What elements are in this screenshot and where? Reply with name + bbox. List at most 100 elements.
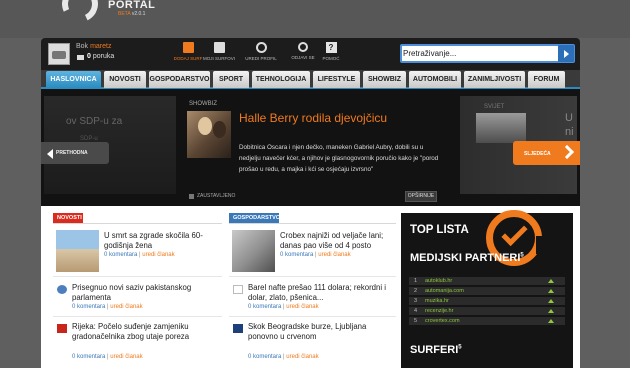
article-meta: 0 komentara | uredi članak	[248, 304, 319, 310]
avatar[interactable]	[48, 43, 70, 65]
next-slide-title-line2: ni	[565, 126, 574, 138]
article-title[interactable]: Rijeka: Počelo suđenje zamjeniku gradona…	[72, 322, 222, 342]
toolbar-edit-profile[interactable]: UREDI PROFIL	[243, 42, 279, 61]
messages-label: poruka	[92, 53, 115, 60]
media-partners-title: MEDIJSKI PARTNERI5	[410, 252, 524, 264]
slide-category: SHOWBIZ	[189, 101, 217, 107]
comments-link[interactable]: 0 komentara	[104, 252, 137, 258]
trend-up-icon	[548, 289, 554, 293]
partner-link[interactable]: crovertex.com	[425, 318, 460, 324]
article-thumbnail[interactable]	[56, 230, 99, 272]
toolbar-help[interactable]: ? POMOĆ	[313, 42, 349, 61]
trend-up-icon	[548, 279, 554, 283]
article-meta: 0 komentara | uredi članak	[72, 354, 143, 360]
slide-summary: Dobitnica Oscara i njen dečko, maneken G…	[239, 144, 439, 173]
logo-gap	[536, 236, 556, 254]
top-list-title: TOP LISTA	[410, 224, 469, 236]
read-more-button[interactable]: OPŠIRNIJE	[405, 191, 437, 202]
profile-icon	[255, 42, 267, 53]
toolbar-label: UREDI PROFIL	[245, 56, 277, 61]
tab-showbiz[interactable]: SHOWBIZ	[363, 71, 406, 88]
next-slide-label: SLJEDEĆA	[524, 151, 551, 157]
tab-automobili[interactable]: AUTOMOBILI	[409, 71, 461, 88]
tab-forum[interactable]: FORUM	[528, 71, 565, 88]
article-meta: 0 komentara | uredi članak	[280, 252, 351, 258]
slider-status: ZAUSTAVLJENO	[197, 193, 236, 199]
divider	[229, 276, 396, 277]
media-partners-count: 5	[520, 252, 524, 259]
brand-name[interactable]: PORTAL	[108, 0, 155, 11]
edit-article-link[interactable]: uredi članak	[286, 354, 318, 360]
tab-lifestyle[interactable]: LIFESTYLE	[313, 71, 360, 88]
globe-icon	[57, 285, 67, 294]
partner-rank: 1	[414, 278, 418, 284]
slide-image-face	[198, 117, 212, 135]
partner-link[interactable]: automanija.com	[425, 288, 464, 294]
toolbar-my-surfs[interactable]: MOJI SURFOVI	[201, 42, 237, 61]
document-icon	[233, 285, 243, 294]
divider	[53, 316, 222, 317]
media-partners-label: MEDIJSKI PARTNERI	[410, 252, 521, 264]
tab-haslovnica[interactable]: HASLOVNICA	[46, 71, 101, 88]
power-icon	[298, 42, 308, 52]
folder-icon	[213, 42, 225, 53]
messages-link[interactable]: 0 poruka	[87, 53, 114, 60]
beta-label: BETA	[118, 11, 131, 17]
prev-slide-title: ov SDP-u za	[66, 116, 123, 127]
trend-up-icon	[548, 309, 554, 313]
edit-article-link[interactable]: uredi članak	[110, 304, 142, 310]
source-logo-icon	[57, 324, 67, 333]
toolbar-label: POMOĆ	[322, 56, 340, 61]
comments-link[interactable]: 0 komentara	[72, 304, 105, 310]
article-title[interactable]: Barel nafte prešao 111 dolara; rekordni …	[248, 283, 398, 303]
comments-link[interactable]: 0 komentara	[280, 252, 313, 258]
messages-count: 0	[87, 53, 91, 60]
pause-icon[interactable]	[189, 194, 194, 199]
article-title[interactable]: Skok Beogradske burze, Ljubljana ponovno…	[248, 322, 398, 342]
article-title[interactable]: Crobex najniži od veljače lani; danas pa…	[280, 231, 398, 251]
next-slide-title: U	[565, 112, 573, 124]
article-title[interactable]: Prisegnuo novi saziv pakistanskog parlam…	[72, 283, 222, 303]
next-slide-image	[476, 113, 526, 143]
edit-article-link[interactable]: uredi članak	[318, 252, 350, 258]
home-icon	[182, 42, 194, 53]
search-input[interactable]	[403, 46, 553, 61]
article-meta: 0 komentara | uredi članak	[72, 304, 143, 310]
username-link[interactable]: maretz	[90, 43, 111, 50]
search-button[interactable]	[558, 45, 574, 62]
tab-sport[interactable]: SPORT	[213, 71, 249, 88]
divider	[53, 223, 222, 224]
slide-image-face	[213, 121, 226, 138]
prev-slide-label: PRETHODNA	[56, 150, 88, 156]
comments-link[interactable]: 0 komentara	[72, 354, 105, 360]
tab-tehnologija[interactable]: TEHNOLOGIJA	[252, 71, 310, 88]
comments-link[interactable]: 0 komentara	[248, 304, 281, 310]
slide-title[interactable]: Halle Berry rodila djevojčicu	[239, 111, 387, 125]
tab-zanimljivosti[interactable]: ZANIMLJIVOSTI	[464, 71, 525, 88]
toolbar-label: MOJI SURFOVI	[202, 56, 235, 61]
edit-article-link[interactable]: uredi članak	[142, 252, 174, 258]
tab-gospodarstvo[interactable]: GOSPODARSTVO	[149, 71, 210, 88]
chevron-left-icon	[47, 149, 53, 159]
article-title[interactable]: U smrt sa zgrade skočila 60-godišnja žen…	[104, 231, 222, 251]
help-icon: ?	[325, 42, 337, 53]
edit-article-link[interactable]: uredi članak	[110, 354, 142, 360]
tab-novosti[interactable]: NOVOSTI	[104, 71, 146, 88]
surfers-count: 5	[458, 344, 462, 351]
partner-rank: 5	[414, 318, 418, 324]
article-meta: 0 komentara | uredi članak	[104, 252, 175, 258]
surfers-label: SURFERI	[410, 344, 459, 356]
divider	[53, 276, 222, 277]
comments-link[interactable]: 0 komentara	[248, 354, 281, 360]
edit-article-link[interactable]: uredi članak	[286, 304, 318, 310]
divider	[229, 316, 396, 317]
greeting-text: Bok	[76, 43, 89, 50]
mail-icon	[77, 55, 84, 60]
partner-link[interactable]: autoklub.hr	[425, 278, 452, 284]
article-thumbnail[interactable]	[232, 230, 275, 272]
brand-version: BETA v2.0.1	[118, 11, 145, 17]
partner-link[interactable]: muzika.hr	[425, 298, 449, 304]
article-meta: 0 komentara | uredi članak	[248, 354, 319, 360]
source-logo-icon	[233, 324, 243, 333]
partner-link[interactable]: recenzije.hr	[425, 308, 453, 314]
